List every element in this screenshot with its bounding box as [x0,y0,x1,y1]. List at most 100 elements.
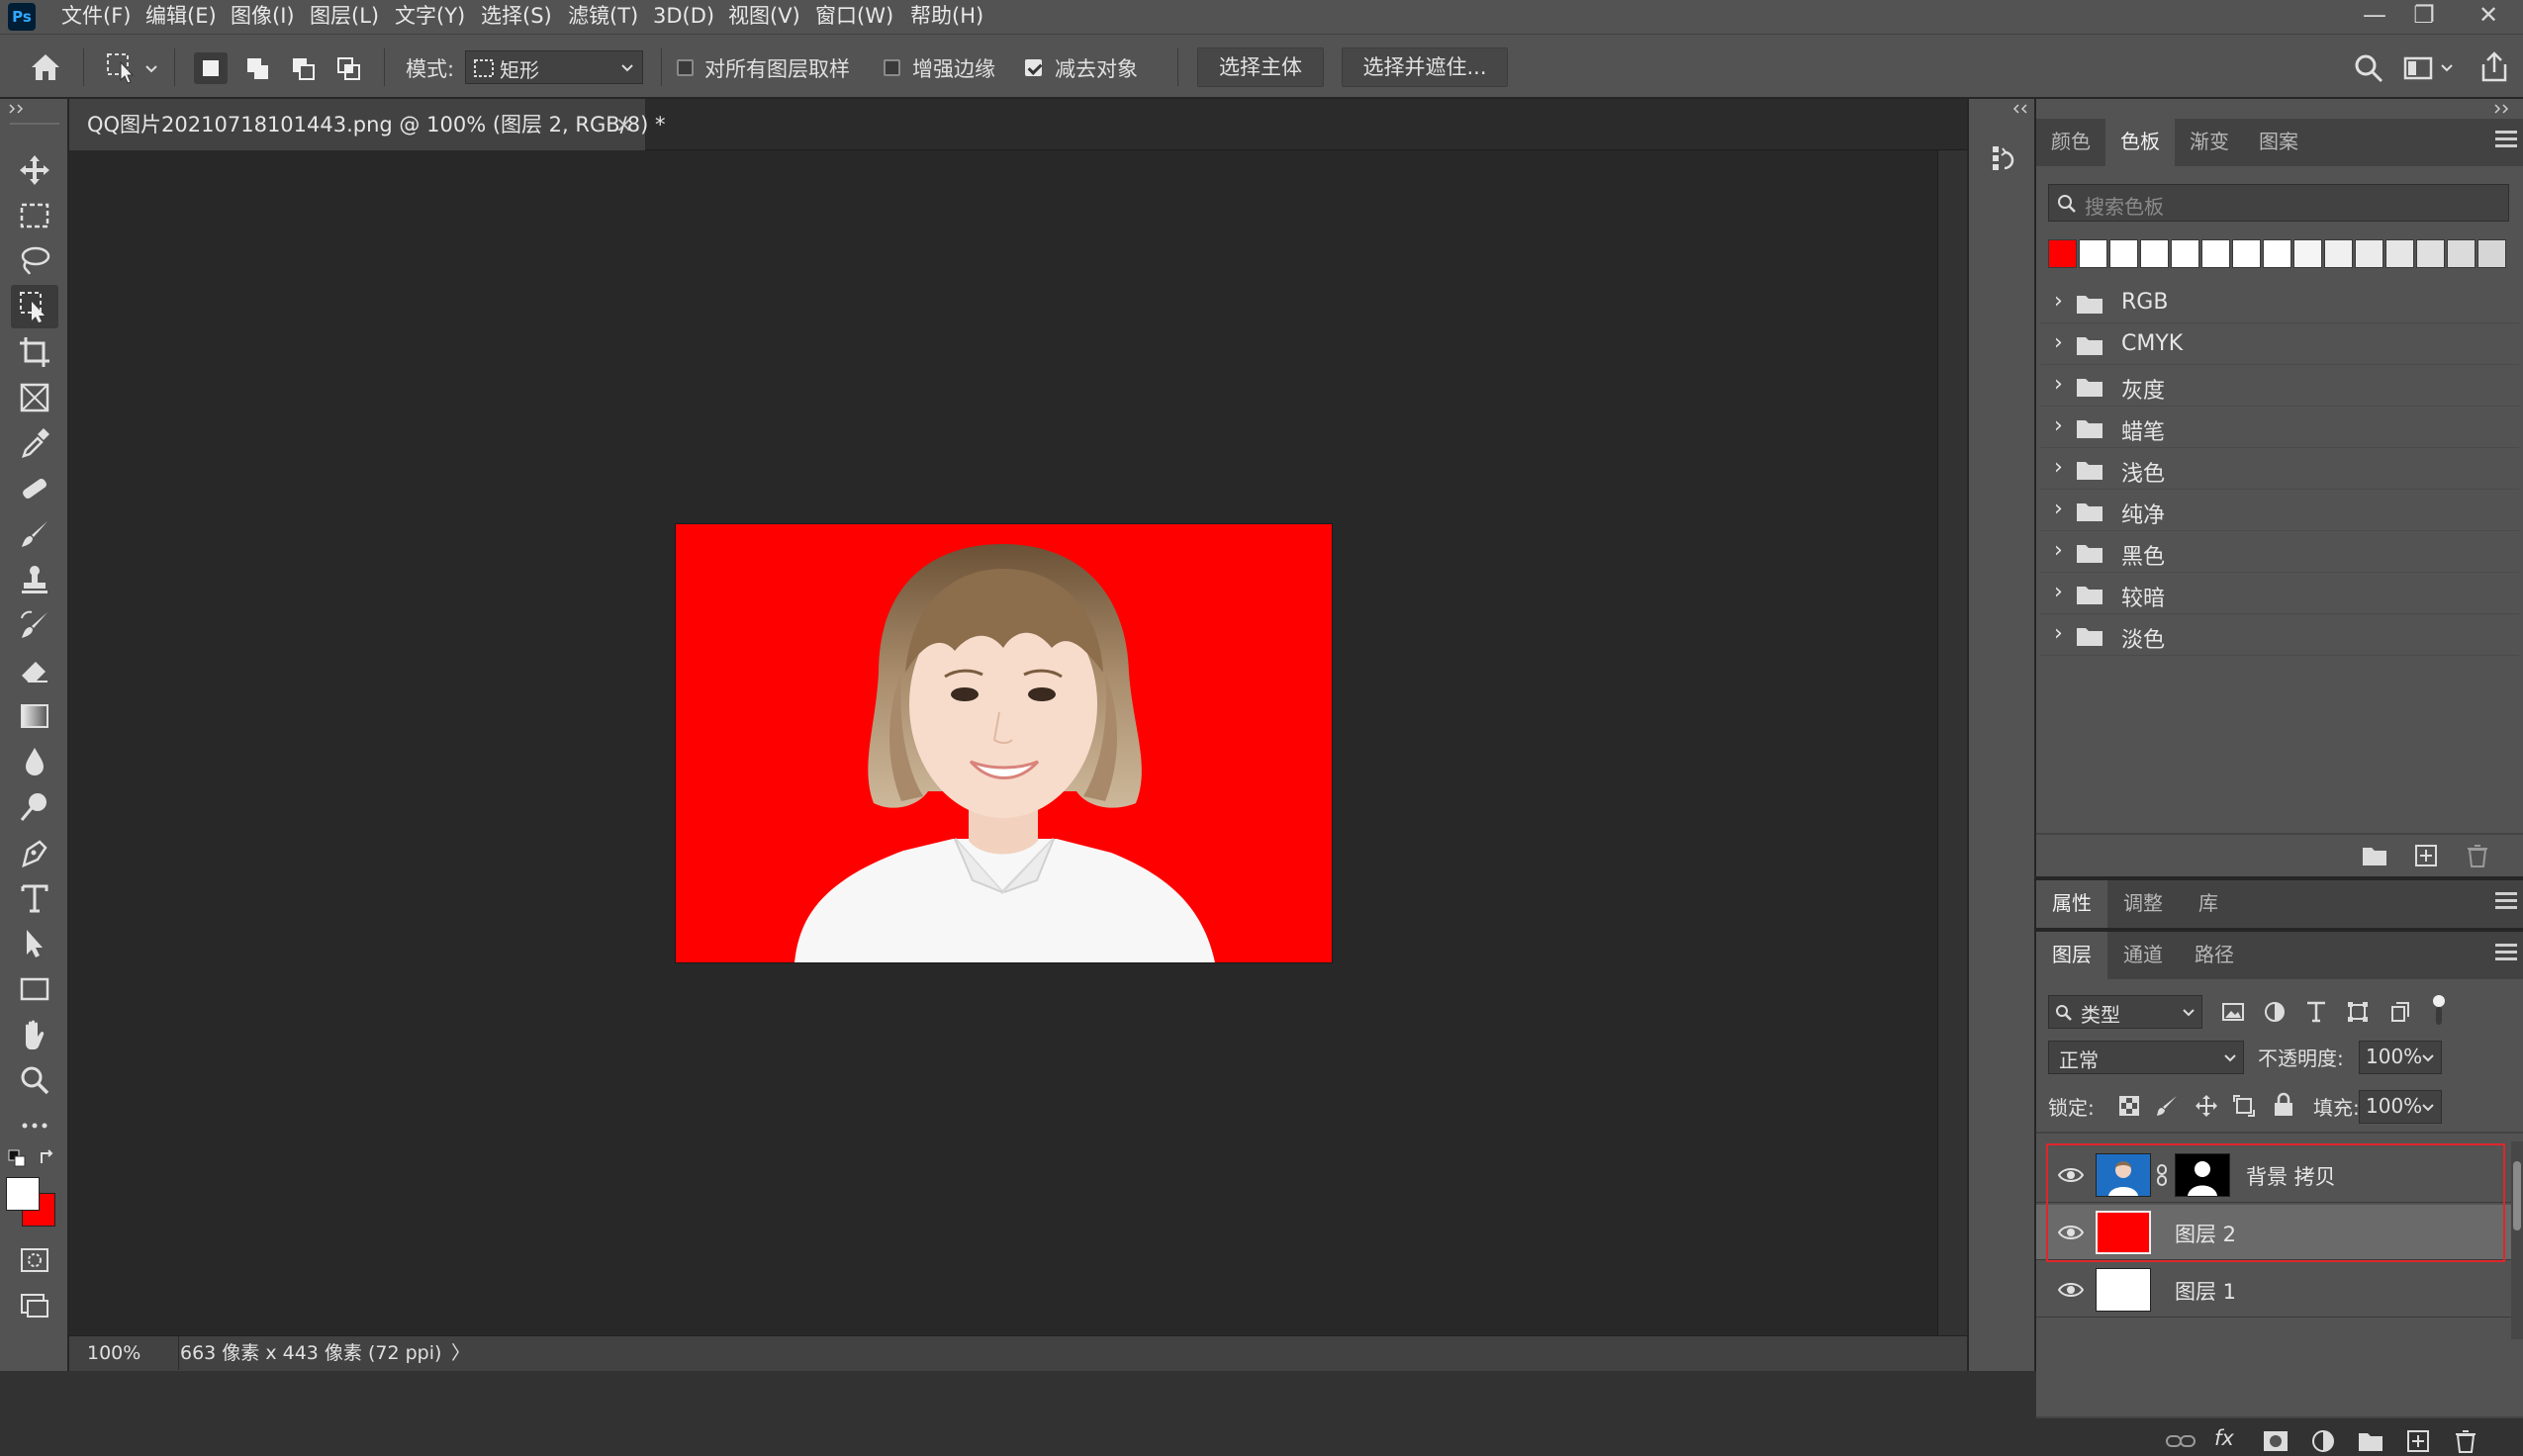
status-menu-arrow[interactable]: 〉 [451,1336,470,1370]
menu-3d[interactable]: 3D(D) [653,0,714,34]
delete-layer-icon[interactable] [2452,1428,2479,1454]
lock-artboard-icon[interactable] [2232,1094,2256,1118]
expand-dock-icon[interactable] [2009,103,2028,115]
document-tab[interactable]: QQ图片20210718101443.png @ 100% (图层 2, RGB… [69,99,665,150]
eye-icon[interactable] [2058,1280,2084,1300]
object-selection-tool-icon[interactable] [11,285,58,328]
color-swatch[interactable] [2048,239,2077,268]
swatch-search-field[interactable]: 搜索色板 [2048,184,2509,222]
collapse-dock-icon[interactable] [2493,103,2513,115]
workspace-icon[interactable] [2402,52,2456,84]
photoshop-logo[interactable]: Ps [8,3,36,31]
rectangle-tool-icon[interactable] [11,967,58,1011]
layer-list-scrollbar[interactable] [2511,1141,2523,1339]
menu-view[interactable]: 视图(V) [728,0,800,34]
color-swatch[interactable] [2109,239,2138,268]
menu-edit[interactable]: 编辑(E) [145,0,217,34]
hand-tool-icon[interactable] [11,1013,58,1056]
new-adjustment-layer-icon[interactable] [2309,1428,2337,1454]
quick-mask-icon[interactable] [11,1238,58,1282]
color-swatch[interactable] [2079,239,2107,268]
menu-image[interactable]: 图像(I) [231,0,295,34]
menu-help[interactable]: 帮助(H) [910,0,983,34]
clone-stamp-tool-icon[interactable] [11,558,58,601]
swatch-group[interactable]: › 纯净 [2040,491,2519,531]
more-tools-icon[interactable] [11,1104,58,1147]
subtract-object-checkbox[interactable] [1025,59,1042,76]
type-tool-icon[interactable] [11,876,58,920]
swap-colors-icon[interactable] [38,1147,57,1167]
lock-all-icon[interactable] [2272,1092,2295,1118]
tool-preset-picker[interactable] [105,50,160,84]
menu-type[interactable]: 文字(Y) [395,0,465,34]
minimize-button[interactable]: — [2350,0,2399,34]
filter-smart-objects-icon[interactable] [2386,999,2412,1025]
filter-type-layers-icon[interactable] [2303,999,2329,1025]
panel-menu-icon[interactable] [2495,944,2517,963]
menu-filter[interactable]: 滤镜(T) [568,0,638,34]
color-swatch[interactable] [2324,239,2353,268]
screen-mode-icon[interactable] [11,1284,58,1327]
delete-swatch-icon[interactable] [2464,843,2491,868]
menu-select[interactable]: 选择(S) [481,0,552,34]
color-swatch[interactable] [2263,239,2291,268]
select-subject-button[interactable]: 选择主体 [1197,47,1324,87]
lasso-tool-icon[interactable] [11,239,58,283]
menu-file[interactable]: 文件(F) [61,0,131,34]
eraser-tool-icon[interactable] [11,649,58,692]
swatch-group[interactable]: › 蜡笔 [2040,408,2519,448]
tab-gradients[interactable]: 渐变 [2175,119,2244,166]
filter-toggle-icon[interactable] [2430,993,2448,1029]
lock-position-icon[interactable] [2195,1094,2218,1118]
search-icon[interactable] [2353,52,2384,84]
new-swatch-icon[interactable] [2412,843,2440,868]
panel-menu-icon[interactable] [2495,892,2517,912]
enhance-edge-checkbox[interactable] [884,59,900,76]
zoom-level[interactable]: 100% [87,1336,140,1370]
history-brush-tool-icon[interactable] [11,603,58,647]
color-swatch[interactable] [2447,239,2476,268]
add-mask-icon[interactable] [2262,1428,2289,1454]
tab-libraries[interactable]: 库 [2179,880,2238,928]
swatch-group[interactable]: › CMYK [2040,324,2519,365]
pen-tool-icon[interactable] [11,831,58,874]
layer-style-icon[interactable]: fx [2214,1426,2244,1456]
filter-pixel-layers-icon[interactable] [2220,999,2246,1025]
menu-window[interactable]: 窗口(W) [815,0,893,34]
add-to-selection-icon[interactable] [241,52,275,84]
foreground-color-swatch[interactable] [6,1177,40,1211]
close-tab-icon[interactable]: × [615,99,633,150]
color-swatch[interactable] [2385,239,2414,268]
panel-menu-icon[interactable] [2495,131,2517,150]
color-swatch[interactable] [2140,239,2169,268]
restore-button[interactable]: ❐ [2399,0,2449,34]
lock-image-pixels-icon[interactable] [2155,1094,2179,1118]
color-swatch[interactable] [2171,239,2199,268]
color-swatch[interactable] [2232,239,2261,268]
tab-layers[interactable]: 图层 [2036,932,2107,979]
fill-field[interactable]: 100% [2359,1090,2442,1124]
mode-select[interactable]: 矩形 [465,50,643,84]
rectangular-marquee-tool-icon[interactable] [11,194,58,237]
sample-all-layers-checkbox[interactable] [677,59,694,76]
swatch-group[interactable]: › RGB [2040,283,2519,323]
new-layer-icon[interactable] [2404,1428,2432,1454]
swatch-group[interactable]: › 黑色 [2040,532,2519,573]
menu-layer[interactable]: 图层(L) [310,0,379,34]
collapse-toolbar-icon[interactable] [8,103,28,115]
color-swatch[interactable] [2477,239,2506,268]
tab-channels[interactable]: 通道 [2107,932,2179,979]
tab-patterns[interactable]: 图案 [2244,119,2313,166]
document-image[interactable] [676,524,1332,962]
frame-tool-icon[interactable] [11,376,58,419]
blend-mode-select[interactable]: 正常 [2048,1041,2244,1074]
lock-transparent-pixels-icon[interactable] [2117,1094,2141,1118]
new-group-icon[interactable] [2361,843,2388,868]
tab-color[interactable]: 颜色 [2036,119,2105,166]
close-window-button[interactable]: ✕ [2464,0,2513,34]
swatch-group[interactable]: › 灰度 [2040,366,2519,407]
gradient-tool-icon[interactable] [11,694,58,738]
default-colors-icon[interactable] [8,1149,26,1167]
blur-tool-icon[interactable] [11,740,58,783]
color-swatch[interactable] [2201,239,2230,268]
